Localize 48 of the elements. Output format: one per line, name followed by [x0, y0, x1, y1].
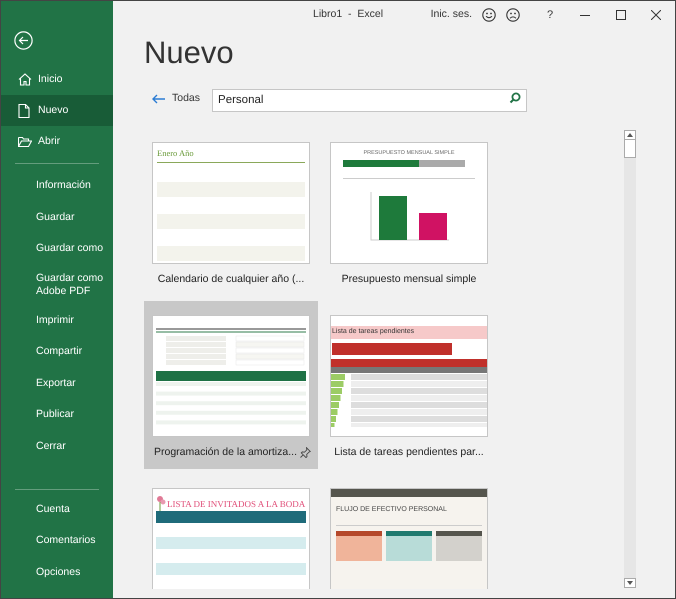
menu-item[interactable]: Información [1, 170, 113, 202]
smiley-icon[interactable] [482, 8, 496, 22]
frown-icon[interactable] [506, 8, 520, 22]
window-title: Libro1 - Excel [313, 7, 384, 22]
menu-item[interactable]: Cuenta [1, 494, 113, 525]
scrollbar[interactable] [624, 130, 636, 588]
scroll-down-button[interactable] [624, 578, 636, 588]
search-field[interactable]: Personal [212, 88, 528, 112]
menu-item[interactable]: Opciones [1, 556, 113, 588]
back-arrow-icon[interactable] [152, 94, 166, 104]
scroll-thumb[interactable] [624, 140, 636, 158]
sign-in-link[interactable]: Inic. ses. [430, 7, 472, 23]
search-icon[interactable] [509, 92, 522, 104]
menu-item[interactable]: Publicar [1, 399, 113, 430]
menu-item[interactable]: Nuevo [1, 95, 113, 126]
template-preview[interactable]: Enero Año [152, 142, 310, 264]
maximize-icon[interactable] [616, 10, 626, 20]
menu-item[interactable]: Compartir [1, 336, 113, 368]
document-icon [18, 104, 30, 118]
flower-icon [156, 495, 166, 511]
preview-title: Enero Año [157, 147, 195, 160]
menu-item[interactable]: Exportar [1, 368, 113, 399]
up-arrow-icon [627, 133, 633, 137]
down-arrow-icon [627, 581, 633, 585]
template-title[interactable]: Presupuesto mensual simple [342, 272, 476, 288]
preview-title: LISTA DE INVITADOS A LA BODA [167, 498, 306, 510]
menu-item[interactable]: Abrir [1, 126, 113, 157]
template-title[interactable]: Calendario de cualquier año (... [158, 272, 304, 288]
menu-item[interactable]: Inicio [1, 64, 113, 95]
close-icon[interactable] [651, 10, 661, 20]
menu-item[interactable]: Comentarios [1, 525, 113, 556]
menu-item[interactable]: Imprimir [1, 304, 113, 336]
template-title[interactable]: Lista de tareas pendientes par... [334, 445, 484, 461]
template-title[interactable]: Programación de la amortiza... [154, 445, 297, 461]
menu-item[interactable]: Guardar como Adobe PDF [1, 264, 113, 304]
help-button[interactable]: ? [540, 6, 560, 24]
pin-icon[interactable] [300, 447, 311, 458]
template-card[interactable]: Programación de la amortiza... [144, 301, 318, 469]
page-heading: Nuevo [144, 35, 235, 71]
folder-icon [18, 136, 32, 148]
menu-item[interactable]: Guardar [1, 202, 113, 233]
all-templates-link[interactable]: Todas [172, 90, 200, 106]
menu-item[interactable]: Guardar como [1, 233, 113, 264]
home-icon [18, 73, 32, 86]
template-preview[interactable]: LISTA DE INVITADOS A LA BODA [152, 488, 310, 589]
back-icon[interactable] [14, 31, 33, 50]
scroll-up-button[interactable] [624, 130, 636, 140]
menu-item[interactable]: Cerrar [1, 430, 113, 462]
